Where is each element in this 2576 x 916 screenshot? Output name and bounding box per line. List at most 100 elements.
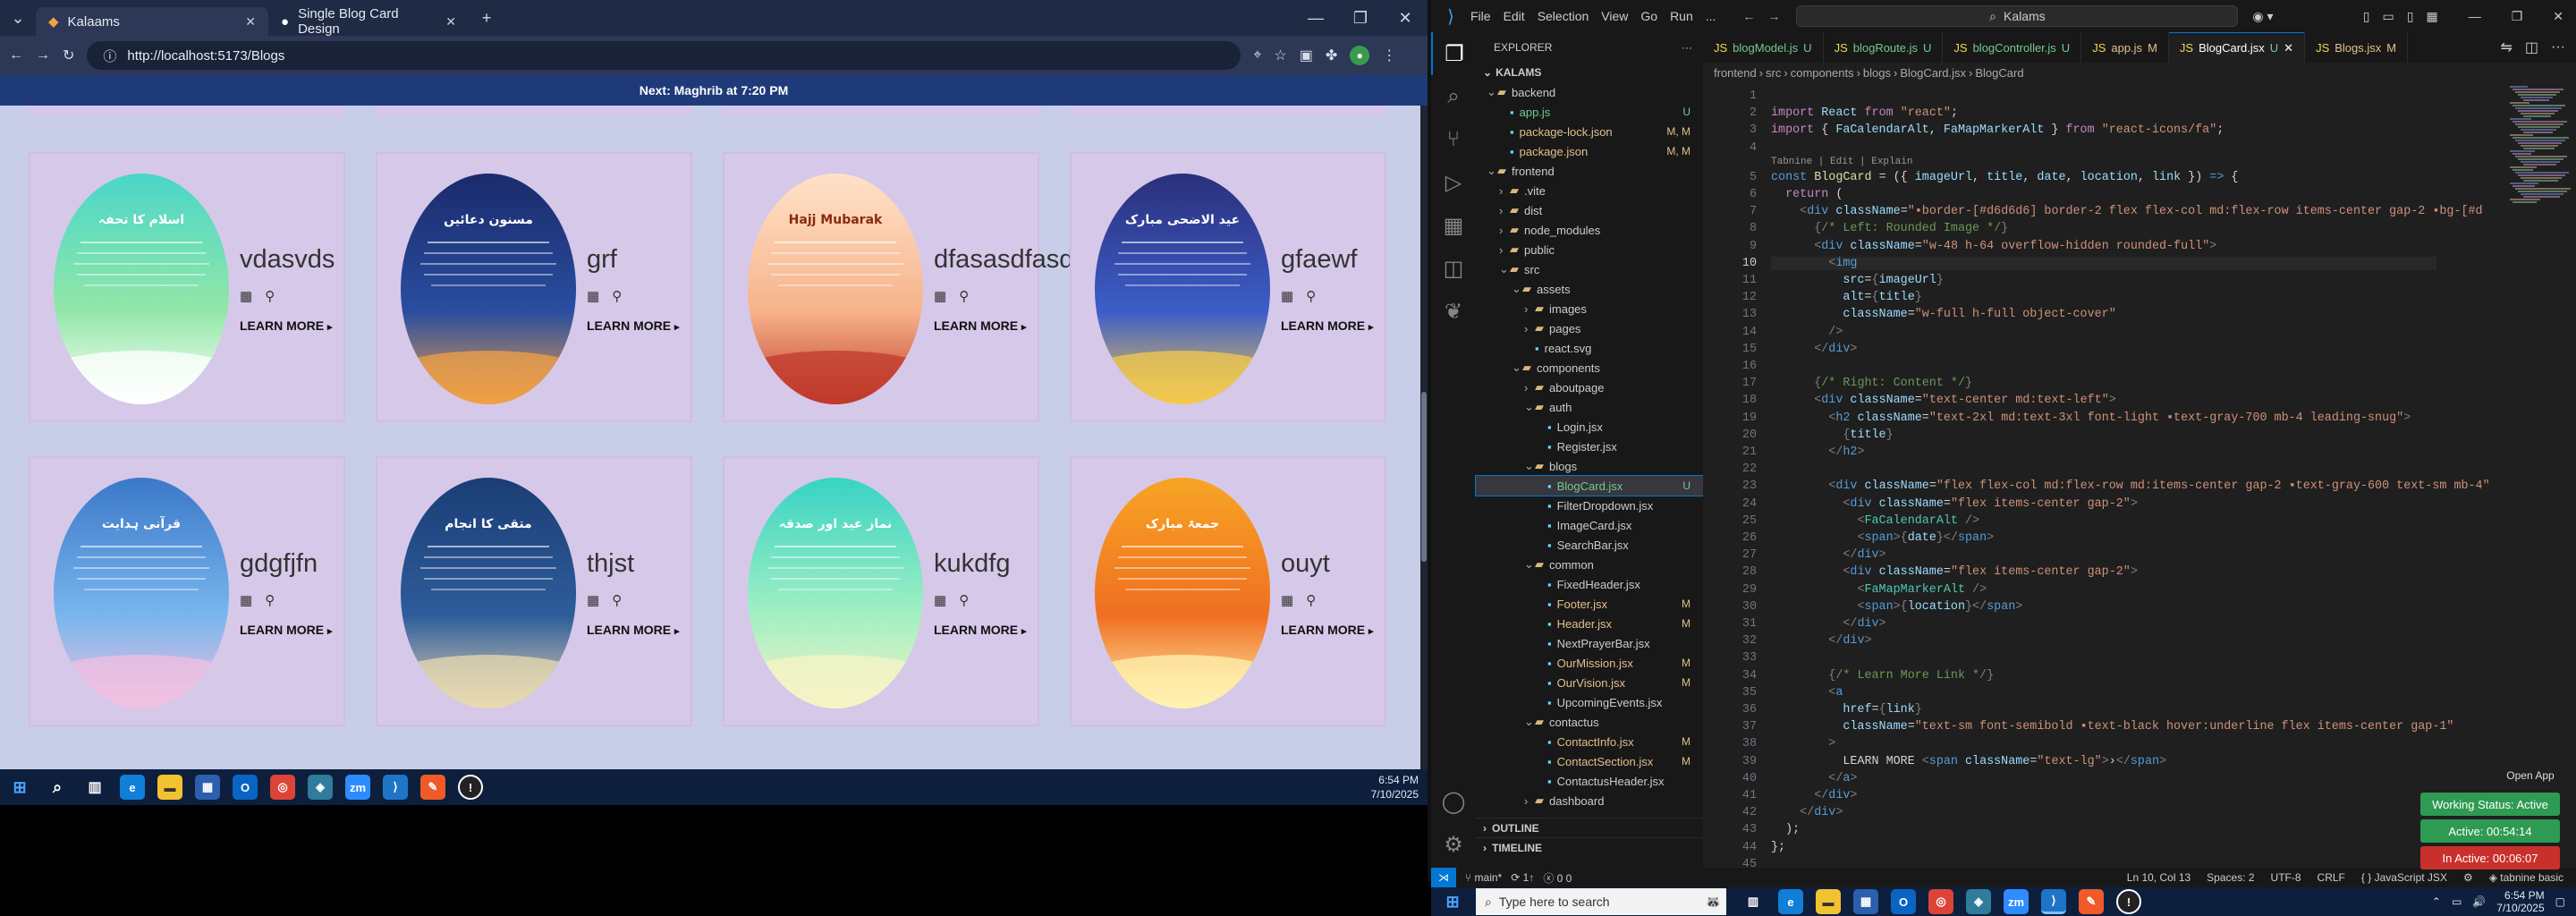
code-line[interactable]: <div className="flex items-center gap-2"… [1771, 565, 2138, 579]
code-line[interactable]: <span>{location}</span> [1771, 600, 2022, 614]
code-editor[interactable]: 1 2 import React from "react"; 3 import { Fa… [1703, 82, 2490, 871]
tree-file[interactable]: ▪ app.js U [1476, 102, 1703, 122]
browser-tab-single-blog[interactable]: ● Single Blog Card Design ✕ [268, 6, 469, 37]
code-line[interactable]: import React from "react"; [1771, 106, 1958, 120]
volume-icon[interactable]: 🔊 [2472, 895, 2486, 908]
copilot-icon[interactable]: ◉ ▾ [2252, 9, 2273, 24]
outlook-icon[interactable]: O [1891, 889, 1916, 914]
code-line[interactable]: <span>{date}</span> [1771, 531, 1994, 545]
minimap[interactable] [2504, 82, 2576, 861]
zoom-icon[interactable]: zm [2004, 889, 2029, 914]
code-line[interactable]: className="w-full h-full object-cover" [1771, 308, 2115, 321]
code-line[interactable]: <h2 className="text-2xl md:text-3xl font… [1771, 411, 2411, 425]
menu-dots-icon[interactable]: ⋮ [1382, 47, 1396, 64]
code-line[interactable]: <div className="text-center md:text-left… [1771, 394, 2116, 407]
vscode-icon[interactable]: ⟩ [2041, 889, 2066, 914]
code-line[interactable]: </div> [1771, 343, 1857, 356]
editor-tab[interactable]: JS blogModel.js U [1703, 32, 1824, 63]
code-line[interactable]: <img [1771, 256, 2436, 270]
code-line[interactable]: LEARN MORE <span className="text-lg">›</… [1771, 755, 2166, 768]
file-explorer-icon[interactable]: ▬ [1816, 889, 1841, 914]
tree-file[interactable]: ▪ ImageCard.jsx [1476, 515, 1703, 535]
editor-tab[interactable]: JS blogRoute.js U [1824, 32, 1944, 63]
more-actions-icon[interactable]: ··· [2551, 39, 2565, 55]
tree-folder[interactable]: › ▰ dist [1476, 200, 1703, 220]
network-icon[interactable]: ▭ [2452, 895, 2462, 908]
maximize-icon[interactable]: ❐ [1338, 0, 1383, 36]
task-view-icon[interactable]: ▥ [1741, 889, 1766, 914]
tree-file[interactable]: ▪ ContactInfo.jsx M [1476, 732, 1703, 751]
taskbar-clock[interactable]: 6:54 PM 7/10/2025 [1371, 773, 1419, 802]
windows-start-icon[interactable]: ⊞ [7, 775, 32, 800]
code-line[interactable]: className="text-sm font-semibold ▪text-b… [1771, 720, 2453, 734]
layout-secondary-icon[interactable]: ▯ [2407, 9, 2414, 24]
tree-file[interactable]: ▪ OurMission.jsx M [1476, 653, 1703, 673]
tray-chevron-icon[interactable]: ⌃ [2432, 895, 2441, 908]
chrome-icon[interactable]: ◎ [270, 775, 295, 800]
app-icon[interactable]: ! [2116, 889, 2141, 914]
nav-back-icon[interactable]: ← [1742, 9, 1755, 23]
code-line[interactable]: alt={title} [1771, 291, 1921, 304]
postman-icon[interactable]: ✎ [2079, 889, 2104, 914]
tree-folder[interactable]: ⌄ ▰ assets [1476, 279, 1703, 299]
chrome-icon[interactable]: ◎ [1928, 889, 1953, 914]
code-line[interactable]: <div className="w-48 h-64 overflow-hidde… [1771, 240, 2216, 253]
close-window-icon[interactable]: ✕ [1383, 0, 1428, 36]
tree-folder[interactable]: › ▰ dashboard [1476, 791, 1703, 810]
editor-tab[interactable]: JS blogController.js U [1943, 32, 2082, 63]
site-info-icon[interactable]: ⓘ [103, 47, 116, 65]
tree-file[interactable]: ▪ package-lock.json M, M [1476, 122, 1703, 141]
tree-folder[interactable]: › ▰ aboutpage [1476, 377, 1703, 397]
notification-icon[interactable]: ▢ [2555, 895, 2565, 908]
tree-file[interactable]: ▪ react.svg [1476, 338, 1703, 358]
tree-folder[interactable]: › ▰ pages [1476, 318, 1703, 338]
problems-status[interactable]: ⓧ 0 0 [1543, 870, 1572, 886]
search-icon[interactable]: ⌕ [1431, 75, 1476, 118]
taskbar-search[interactable]: ⌕ Type here to search 🦝 [1476, 888, 1726, 915]
code-line[interactable]: <FaMapMarkerAlt /> [1771, 583, 1987, 597]
command-search-box[interactable]: ⌕ Kalams [1796, 5, 2239, 27]
breadcrumb-item[interactable]: BlogCard [1975, 66, 2023, 80]
store-icon[interactable]: ▦ [195, 775, 220, 800]
puzzle-icon[interactable]: ✤ [1326, 47, 1337, 64]
menu-run[interactable]: Run [1670, 9, 1693, 23]
tab-list-icon[interactable]: ⌄ [0, 0, 36, 36]
bookmark-star-icon[interactable]: ☆ [1274, 47, 1286, 64]
tree-file[interactable]: ▪ ContactusHeader.jsx [1476, 771, 1703, 791]
menu-more[interactable]: ... [1706, 9, 1716, 23]
code-line[interactable]: const BlogCard = ({ imageUrl, title, dat… [1771, 171, 2238, 184]
learn-more-link[interactable]: LEARN MORE ▸ [240, 623, 333, 637]
code-line[interactable]: </h2> [1771, 445, 1864, 459]
code-line[interactable]: {title} [1771, 428, 1893, 442]
tree-folder[interactable]: ⌄ ▰ src [1476, 259, 1703, 279]
edge-icon[interactable]: e [1778, 889, 1803, 914]
forward-icon[interactable]: → [36, 47, 50, 64]
tree-file[interactable]: ▪ package.json M, M [1476, 141, 1703, 161]
tree-file[interactable]: ▪ ContactSection.jsx M [1476, 751, 1703, 771]
codelens[interactable]: Tabnine | Edit | Explain [1771, 157, 1912, 167]
editor-tab[interactable]: JS Blogs.jsx M [2305, 32, 2409, 63]
open-app-button[interactable]: Open App [2498, 768, 2563, 784]
tree-folder[interactable]: ⌄ ▰ blogs [1476, 456, 1703, 476]
editor-tab[interactable]: JS BlogCard.jsx U ✕ [2168, 32, 2306, 63]
store-icon[interactable]: ▦ [1853, 889, 1878, 914]
maximize-icon[interactable]: ❐ [2512, 9, 2523, 24]
tree-file[interactable]: ▪ BlogCard.jsx U [1475, 475, 1704, 496]
search-icon[interactable]: ⌕ [45, 775, 70, 800]
account-icon[interactable]: ◯ [1431, 780, 1476, 823]
tree-file[interactable]: ▪ Footer.jsx M [1476, 594, 1703, 614]
manage-gear-icon[interactable]: ⚙ [1431, 823, 1476, 866]
editor-tab[interactable]: JS app.js M [2081, 32, 2169, 63]
nav-forward-icon[interactable]: → [1767, 9, 1780, 23]
code-line[interactable]: <FaCalendarAlt /> [1771, 514, 1979, 528]
explorer-icon[interactable]: ❐ [1431, 32, 1476, 75]
file-explorer-icon[interactable]: ▬ [157, 775, 182, 800]
code-line[interactable]: import { FaCalendarAlt, FaMapMarkerAlt }… [1771, 123, 2224, 137]
back-icon[interactable]: ← [9, 47, 23, 64]
postman-icon[interactable]: ✎ [420, 775, 445, 800]
page-scrollbar[interactable] [1420, 106, 1428, 769]
learn-more-link[interactable]: LEARN MORE ▸ [934, 318, 1027, 333]
source-control-icon[interactable]: ⑂ [1431, 118, 1476, 161]
close-tab-icon[interactable]: ✕ [245, 14, 256, 30]
code-line[interactable]: </div> [1771, 634, 1871, 648]
